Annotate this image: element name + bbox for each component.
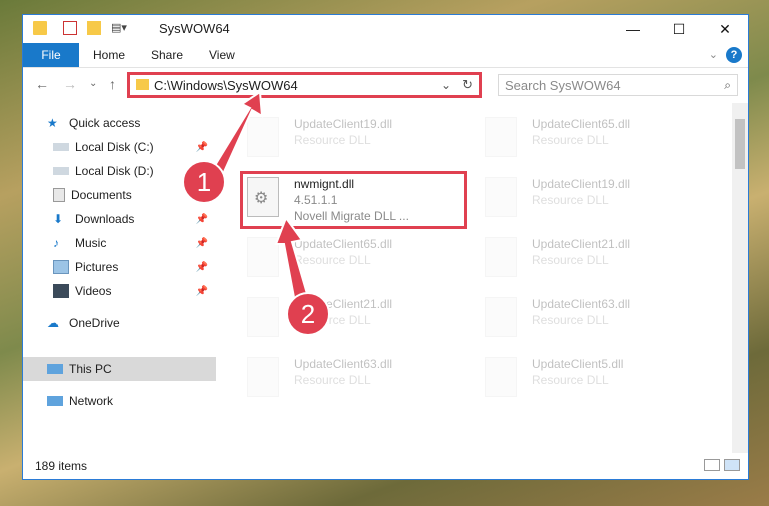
navigation-pane: ★ Quick access Local Disk (C:) 📌 Local D… (23, 103, 216, 453)
annotation-badge-2: 2 (286, 292, 330, 336)
dll-file-icon (247, 357, 279, 397)
download-icon: ⬇ (53, 212, 64, 226)
sidebar-item-videos[interactable]: Videos 📌 (23, 279, 216, 303)
drive-icon (53, 143, 69, 151)
file-name: UpdateClient65.dll (532, 117, 631, 131)
dll-file-icon (485, 177, 517, 217)
close-button[interactable]: ✕ (702, 15, 748, 43)
folder-icon[interactable] (33, 21, 47, 35)
file-item[interactable]: UpdateClient63.dll Resource DLL (247, 353, 477, 403)
pictures-icon (53, 260, 69, 274)
title-bar: ▤▾ SysWOW64 — ☐ ✕ (23, 15, 748, 43)
sidebar-item-this-pc[interactable]: This PC (23, 357, 216, 381)
item-count: 189 items (35, 459, 88, 473)
sidebar-item-label: Local Disk (C:) (75, 140, 154, 154)
maximize-button[interactable]: ☐ (656, 15, 702, 43)
file-item[interactable]: UpdateClient21.dll Resource DLL (485, 233, 715, 283)
search-icon: ⌕ (724, 78, 731, 92)
file-name: UpdateClient63.dll (294, 357, 393, 371)
customize-toolbar-icon[interactable]: ▤▾ (111, 21, 127, 35)
file-type: Resource DLL (294, 133, 371, 147)
tab-view[interactable]: View (209, 48, 235, 62)
pin-icon: 📌 (195, 237, 208, 249)
dll-file-icon (485, 117, 517, 157)
network-icon (47, 396, 63, 406)
minimize-button[interactable]: — (610, 15, 656, 43)
file-item[interactable]: UpdateClient63.dll Resource DLL (485, 293, 715, 343)
recent-locations-icon[interactable]: ⌄ (89, 78, 97, 89)
pin-icon: 📌 (195, 261, 208, 273)
sidebar-item-local-disk-c[interactable]: Local Disk (C:) 📌 (23, 135, 216, 159)
dll-file-icon (485, 237, 517, 277)
file-item[interactable]: UpdateClient19.dll Resource DLL (485, 173, 715, 223)
status-bar: 189 items (23, 451, 748, 479)
file-name: UpdateClient63.dll (532, 297, 631, 311)
details-view-icon[interactable] (704, 459, 720, 471)
file-name: UpdateClient5.dll (532, 357, 624, 371)
sidebar-item-label: This PC (69, 362, 112, 376)
large-icons-view-icon[interactable] (724, 459, 740, 471)
up-icon[interactable]: ↑ (109, 76, 116, 92)
explorer-window: ▤▾ SysWOW64 — ☐ ✕ File Home Share View ⌄… (22, 14, 749, 480)
file-type: Resource DLL (532, 193, 609, 207)
file-name: UpdateClient19.dll (532, 177, 631, 191)
file-item[interactable]: UpdateClient19.dll Resource DLL (247, 113, 477, 163)
file-name: UpdateClient19.dll (294, 117, 393, 131)
sidebar-item-downloads[interactable]: ⬇ Downloads 📌 (23, 207, 216, 231)
cloud-icon: ☁ (47, 316, 59, 330)
forward-icon[interactable]: → (63, 76, 77, 92)
tab-share[interactable]: Share (151, 48, 183, 62)
navigation-bar: ← → ⌄ ↑ C:\Windows\SysWOW64 ⌄ ↻ Search S… (23, 68, 748, 102)
properties-icon[interactable] (63, 21, 77, 35)
back-icon[interactable]: ← (35, 76, 49, 92)
sidebar-item-label: Music (75, 236, 107, 250)
tab-home[interactable]: Home (93, 48, 125, 62)
file-type: Resource DLL (294, 373, 371, 387)
tab-file[interactable]: File (23, 43, 79, 67)
sidebar-item-network[interactable]: Network (23, 389, 216, 413)
file-item[interactable]: UpdateClient5.dll Resource DLL (485, 353, 715, 403)
documents-icon (53, 188, 65, 202)
sidebar-item-label: Pictures (75, 260, 119, 274)
sidebar-item-label: Videos (75, 284, 112, 298)
drive-icon (53, 167, 69, 175)
music-icon: ♪ (53, 236, 59, 250)
sidebar-item-label: Downloads (75, 212, 135, 226)
window-title: SysWOW64 (159, 21, 230, 36)
sidebar-item-quick-access[interactable]: ★ Quick access (23, 111, 216, 135)
dll-file-icon (485, 357, 517, 397)
sidebar-item-label: Local Disk (D:) (75, 164, 154, 178)
sidebar-item-onedrive[interactable]: ☁ OneDrive (23, 311, 216, 335)
address-highlight (127, 72, 482, 98)
file-item[interactable]: UpdateClient65.dll Resource DLL (485, 113, 715, 163)
star-icon: ★ (47, 116, 58, 130)
dll-file-icon (485, 297, 517, 337)
file-type: Resource DLL (532, 373, 609, 387)
file-type: Resource DLL (532, 133, 609, 147)
sidebar-item-label: Quick access (69, 116, 141, 130)
search-placeholder: Search SysWOW64 (505, 78, 621, 93)
sidebar-item-label: Network (69, 394, 114, 408)
sidebar-item-pictures[interactable]: Pictures 📌 (23, 255, 216, 279)
help-button[interactable]: ? (726, 47, 742, 63)
sidebar-item-music[interactable]: ♪ Music 📌 (23, 231, 216, 255)
pin-icon: 📌 (195, 213, 208, 225)
file-name: UpdateClient21.dll (532, 237, 631, 251)
chevron-down-icon[interactable]: ⌄ (709, 48, 718, 61)
videos-icon (53, 284, 69, 298)
scrollbar-thumb[interactable] (735, 119, 745, 169)
file-type: Resource DLL (532, 253, 609, 267)
pin-icon: 📌 (195, 285, 208, 297)
search-input[interactable]: Search SysWOW64 ⌕ (498, 74, 738, 96)
ribbon-tabs: File Home Share View ⌄ ? (23, 43, 748, 68)
vertical-scrollbar[interactable] (732, 103, 748, 453)
sidebar-item-label: OneDrive (69, 316, 120, 330)
file-type: Resource DLL (532, 313, 609, 327)
annotation-badge-1: 1 (182, 160, 226, 204)
new-folder-icon[interactable] (87, 21, 101, 35)
sidebar-item-label: Documents (71, 188, 132, 202)
computer-icon (47, 364, 63, 374)
